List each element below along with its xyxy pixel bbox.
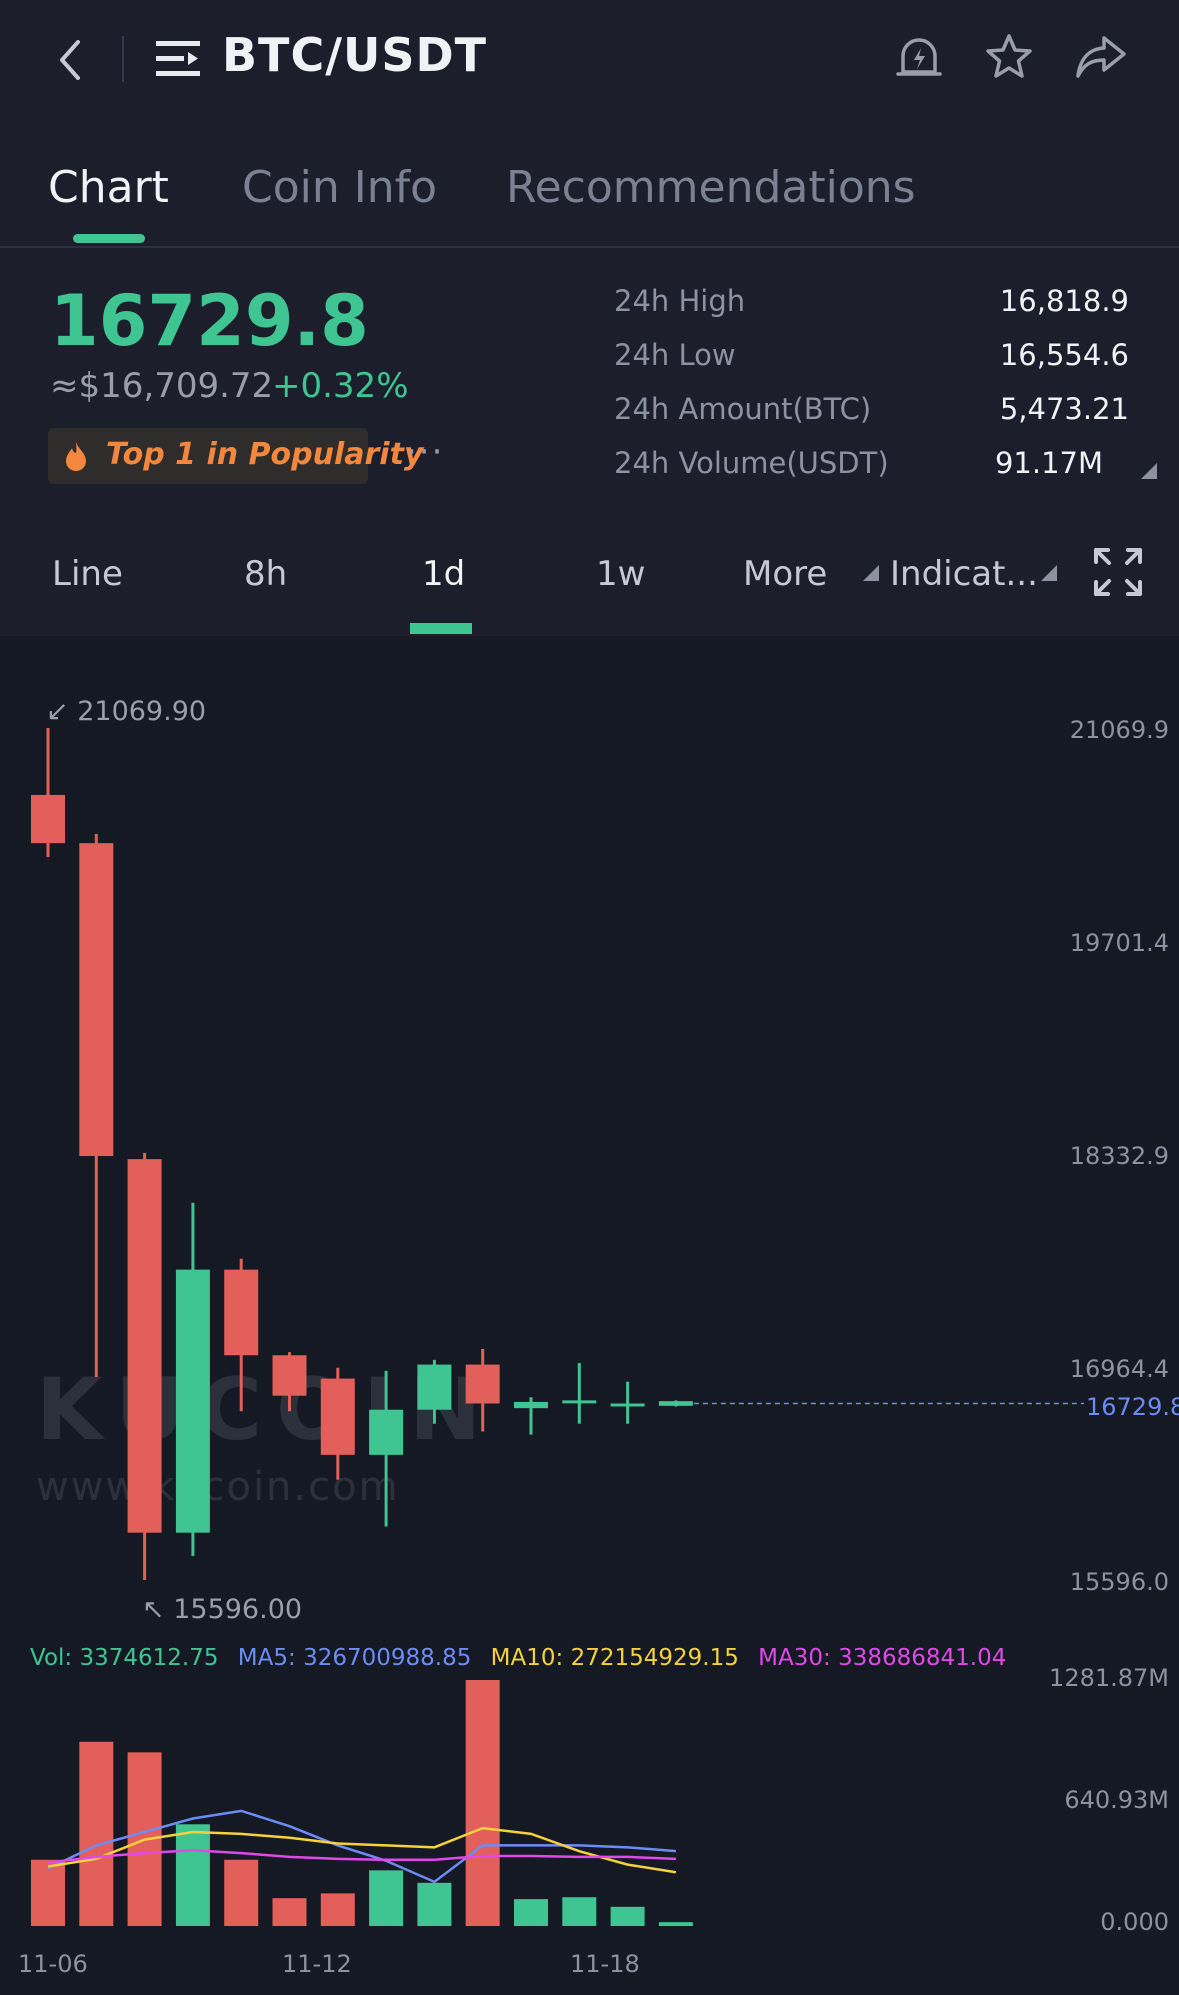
date-tick: 11-06 (18, 1950, 88, 1978)
candle-body (175, 1269, 210, 1533)
candle-body (658, 1401, 693, 1406)
price-axis-tick: 15596.0 (1069, 1568, 1169, 1596)
last-price-tag: 16729.8 (1086, 1393, 1179, 1421)
volume-axis-tick: 1281.87M (1049, 1664, 1169, 1692)
candle-body (79, 843, 114, 1157)
volume-bar (272, 1898, 307, 1926)
candle-body (465, 1364, 500, 1404)
candle-body (417, 1364, 452, 1410)
volume-bar (320, 1893, 355, 1926)
volume-bar (79, 1741, 114, 1926)
price-axis-tick: 18332.9 (1069, 1142, 1169, 1170)
volume-bar (514, 1899, 548, 1926)
volume-axis-tick: 640.93M (1064, 1786, 1169, 1814)
price-axis-tick: 21069.9 (1069, 716, 1169, 744)
date-tick: 11-18 (570, 1950, 640, 1978)
volume-bar (175, 1824, 210, 1926)
volume-bar (610, 1906, 645, 1926)
min-price-marker: ↖ 15596.00 (142, 1594, 302, 1625)
legend-vol: Vol: 3374612.75 (30, 1645, 219, 1671)
volume-bar (658, 1922, 693, 1926)
candle-body (610, 1403, 645, 1407)
candle-body (31, 794, 65, 844)
price-axis-tick: 19701.4 (1069, 929, 1169, 957)
volume-bar (31, 1859, 65, 1926)
candle-body (272, 1355, 307, 1396)
min-price-value: 15596.00 (173, 1594, 303, 1625)
legend-ma10: MA10: 272154929.15 (490, 1645, 739, 1671)
candlestick-chart[interactable] (0, 0, 1179, 1995)
volume-axis-tick: 0.000 (1100, 1908, 1169, 1936)
volume-bar (369, 1870, 404, 1926)
legend-ma30: MA30: 338686841.04 (758, 1645, 1007, 1671)
arrow-down-left-icon: ↙ (46, 696, 69, 727)
volume-bar (562, 1897, 597, 1926)
candle-body (224, 1269, 259, 1356)
candle-body (562, 1400, 597, 1404)
volume-bar (465, 1680, 500, 1926)
date-tick: 11-12 (282, 1950, 352, 1978)
candle-body (369, 1409, 404, 1455)
max-price-value: 21069.90 (77, 696, 207, 727)
volume-legend: Vol: 3374612.75 MA5: 326700988.85 MA10: … (30, 1645, 1018, 1671)
candle-body (514, 1401, 548, 1409)
volume-bar (224, 1859, 259, 1926)
arrow-up-left-icon: ↖ (142, 1594, 165, 1625)
price-axis-tick: 16964.4 (1069, 1355, 1169, 1383)
max-price-marker: ↙ 21069.90 (46, 696, 206, 727)
legend-ma5: MA5: 326700988.85 (237, 1645, 472, 1671)
volume-bar (417, 1882, 452, 1926)
candle-body (127, 1159, 162, 1533)
candle-body (320, 1378, 355, 1455)
